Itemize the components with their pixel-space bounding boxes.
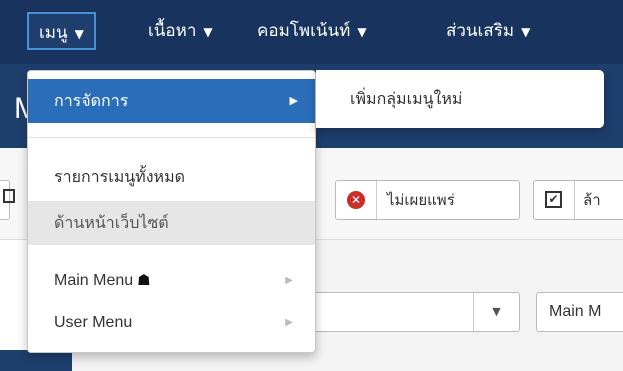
dropdown-item-manage[interactable]: การจัดการ ▶ — [28, 79, 315, 123]
unpublish-label: ไม่เผยแพร่ — [376, 181, 465, 219]
menus-dropdown: การจัดการ ▶ รายการเมนูทั้งหมด ด้านหน้าเว… — [27, 70, 316, 353]
left-panel-accent — [0, 350, 72, 371]
checkin-label: ล้า — [574, 181, 609, 219]
checkin-button[interactable]: ✔ ล้า — [533, 180, 623, 220]
nav-content-label: เนื้อหา — [148, 21, 197, 41]
submenu-item-add-menu-group[interactable]: เพิ่มกลุ่มเมนูใหม่ — [350, 70, 462, 128]
caret-down-icon: ▼ — [473, 293, 519, 331]
home-icon: ☗ — [137, 272, 151, 289]
unpublish-button[interactable]: ✕ ไม่เผยแพร่ — [335, 180, 520, 220]
chevron-right-icon: ▶ — [285, 275, 293, 286]
checkin-icon-cell: ✔ — [534, 181, 574, 219]
dropdown-item-all-menu-items-label: รายการเมนูทั้งหมด — [54, 167, 186, 186]
nav-components[interactable]: คอมโพเน้นท์ ▼ — [257, 12, 367, 50]
nav-components-label: คอมโพเน้นท์ — [257, 21, 351, 41]
dropdown-item-all-menu-items[interactable]: รายการเมนูทั้งหมด — [28, 155, 315, 199]
dropdown-item-site-label: ด้านหน้าเว็บไซต์ — [54, 213, 169, 232]
dropdown-item-manage-label: การจัดการ — [54, 91, 129, 110]
nav-content[interactable]: เนื้อหา ▼ — [148, 12, 213, 50]
dropdown-divider — [28, 137, 315, 138]
unpublish-icon-cell: ✕ — [336, 181, 376, 219]
nav-menus[interactable]: เมนู ▼ — [27, 12, 96, 50]
top-navbar: เมนู ▼ เนื้อหา ▼ คอมโพเน้นท์ ▼ ส่วนเสริม ▼ — [0, 0, 623, 64]
menu-type-select-value: Main M — [549, 303, 602, 320]
edit-button[interactable] — [0, 180, 15, 220]
nav-menus-label: เมนู — [39, 23, 68, 43]
dropdown-item-user-menu[interactable]: User Menu ▶ — [28, 308, 315, 338]
checkbox-icon: ✔ — [545, 191, 562, 208]
chevron-down-icon: ▼ — [74, 27, 84, 41]
chevron-down-icon: ▼ — [521, 25, 531, 39]
chevron-down-icon: ▼ — [203, 25, 213, 39]
menu-type-select[interactable]: Main M — [536, 292, 623, 332]
dropdown-item-main-menu[interactable]: Main Menu ☗ ▶ — [28, 266, 315, 296]
chevron-down-icon: ▼ — [357, 25, 367, 39]
filter-select[interactable]: ▼ — [310, 292, 520, 332]
close-circle-icon: ✕ — [347, 191, 365, 209]
dropdown-item-site[interactable]: ด้านหน้าเว็บไซต์ — [28, 201, 315, 245]
chevron-right-icon: ▶ — [285, 317, 293, 328]
nav-extensions-label: ส่วนเสริม — [446, 21, 515, 41]
dropdown-item-user-menu-label: User Menu — [54, 314, 133, 331]
manage-submenu: เพิ่มกลุ่มเมนูใหม่ — [316, 70, 604, 128]
chevron-right-icon: ▶ — [289, 94, 298, 107]
edit-icon — [3, 189, 15, 203]
nav-extensions[interactable]: ส่วนเสริม ▼ — [446, 12, 530, 50]
dropdown-item-main-menu-label: Main Menu — [54, 272, 134, 289]
